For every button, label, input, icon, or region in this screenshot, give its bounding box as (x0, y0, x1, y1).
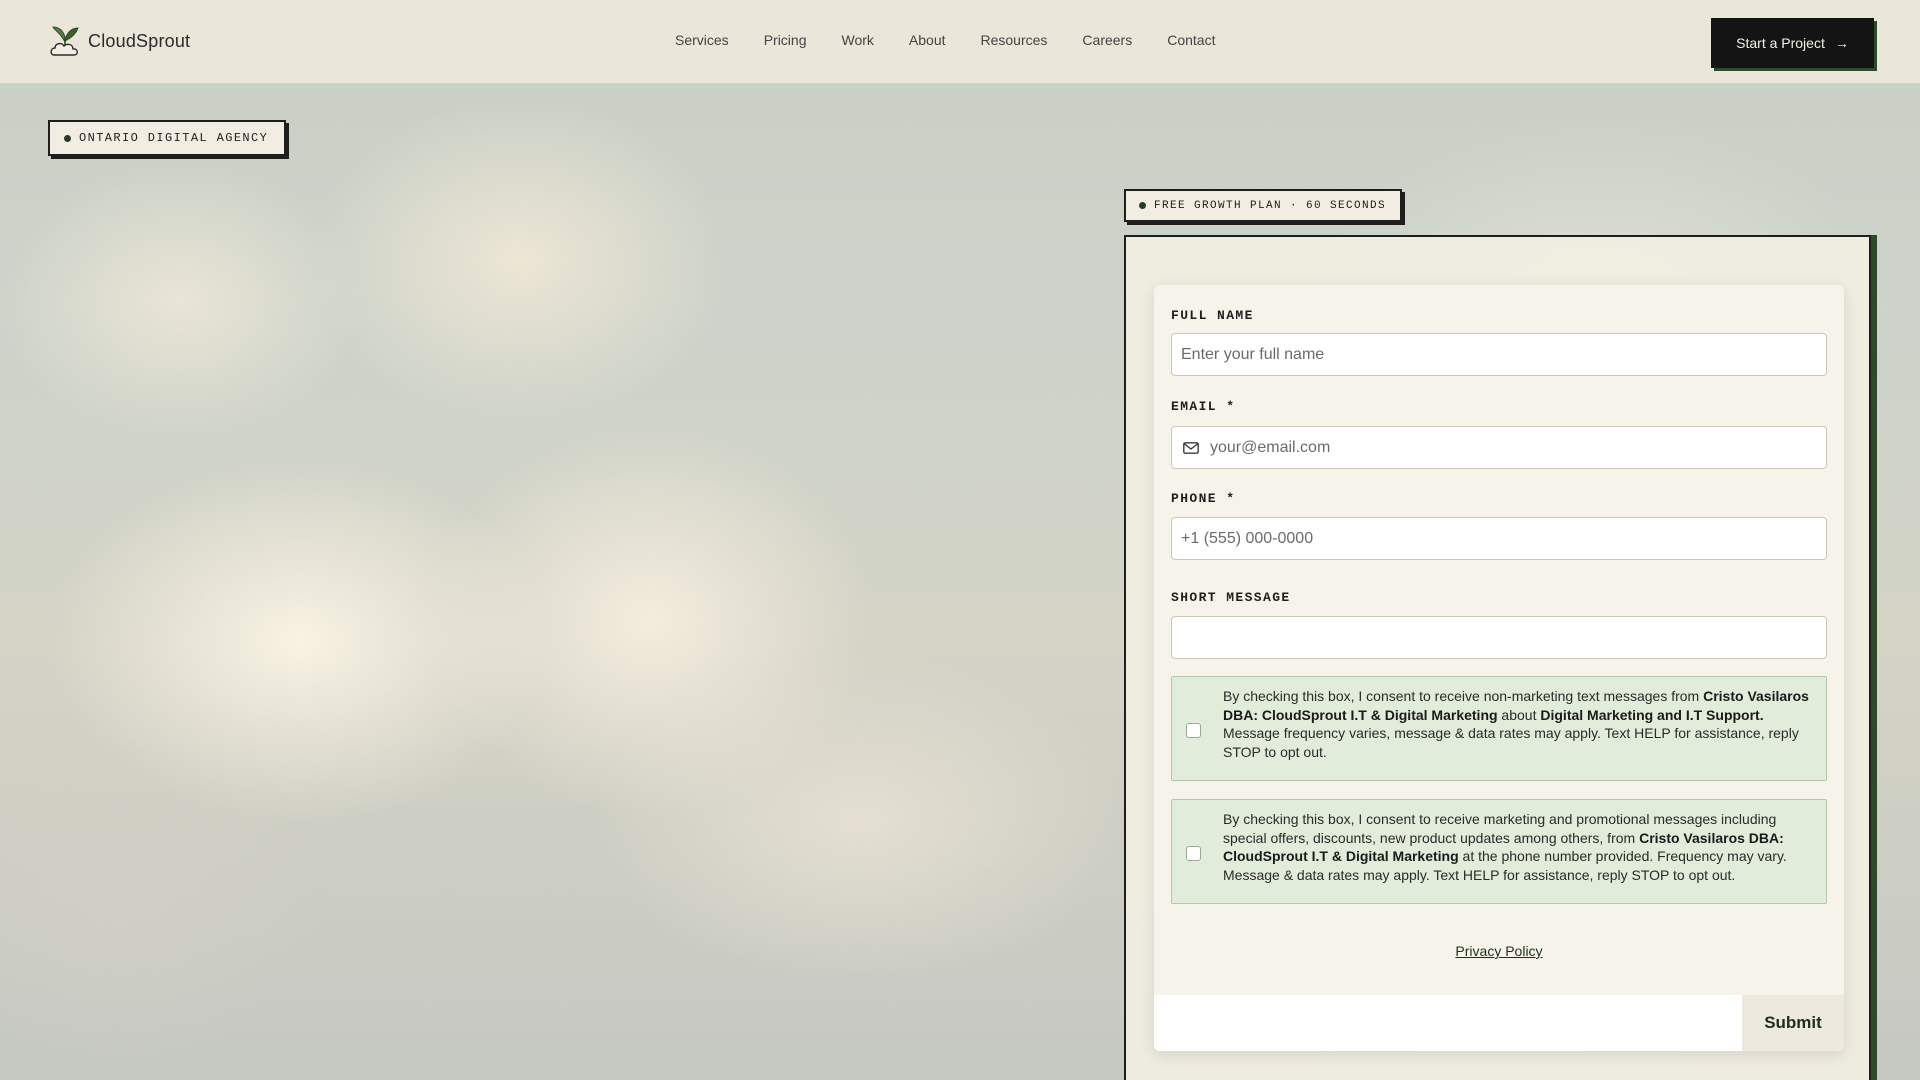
privacy-policy-link[interactable]: Privacy Policy (1154, 943, 1844, 959)
message-label: SHORT MESSAGE (1171, 590, 1291, 605)
consent-marketing-checkbox[interactable] (1186, 846, 1201, 861)
nav-link-pricing[interactable]: Pricing (764, 32, 807, 48)
full-name-placeholder: Enter your full name (1181, 345, 1325, 363)
consent-marketing-text: By checking this box, I consent to recei… (1223, 811, 1787, 883)
lead-form-panel: FULL NAME Enter your full name EMAIL * y… (1124, 235, 1871, 1080)
nav-link-work[interactable]: Work (841, 32, 873, 48)
phone-placeholder: +1 (555) 000-0000 (1181, 529, 1314, 547)
consent-non-marketing-text: By checking this box, I consent to recei… (1223, 688, 1809, 760)
message-input[interactable] (1171, 616, 1827, 659)
consent-non-marketing: By checking this box, I consent to recei… (1171, 676, 1827, 781)
nav-link-services[interactable]: Services (675, 32, 729, 48)
arrow-right-icon: → (1834, 35, 1849, 51)
mail-icon (1183, 441, 1199, 454)
badge-dot (1139, 202, 1146, 209)
sprout-logo-icon (50, 26, 79, 56)
growth-plan-badge-text: FREE GROWTH PLAN · 60 SECONDS (1154, 199, 1387, 212)
email-input[interactable]: your@email.com (1171, 426, 1827, 469)
consent-marketing: By checking this box, I consent to recei… (1171, 799, 1827, 904)
lead-form: FULL NAME Enter your full name EMAIL * y… (1154, 285, 1844, 1051)
full-name-label: FULL NAME (1171, 308, 1254, 323)
agency-badge-text: ONTARIO DIGITAL AGENCY (79, 131, 269, 145)
email-placeholder: your@email.com (1210, 438, 1331, 456)
brand-name: CloudSprout (88, 30, 191, 51)
consent-non-marketing-checkbox[interactable] (1186, 723, 1201, 738)
nav-link-resources[interactable]: Resources (981, 32, 1048, 48)
agency-badge: ONTARIO DIGITAL AGENCY (48, 120, 287, 156)
badge-dot (64, 134, 71, 142)
email-label: EMAIL * (1171, 399, 1236, 414)
top-nav: CloudSprout Services Pricing Work About … (0, 0, 1920, 84)
nav-link-contact[interactable]: Contact (1167, 32, 1215, 48)
nav-links: Services Pricing Work About Resources Ca… (675, 32, 1250, 48)
nav-link-careers[interactable]: Careers (1082, 32, 1132, 48)
brand[interactable]: CloudSprout (50, 24, 190, 58)
phone-label: PHONE * (1171, 491, 1236, 506)
submit-row: Submit (1154, 995, 1844, 1051)
start-project-label: Start a Project (1736, 35, 1825, 51)
phone-input[interactable]: +1 (555) 000-0000 (1171, 517, 1827, 560)
full-name-input[interactable]: Enter your full name (1171, 333, 1827, 376)
start-project-button[interactable]: Start a Project → (1711, 18, 1874, 68)
nav-link-about[interactable]: About (909, 32, 946, 48)
growth-plan-badge: FREE GROWTH PLAN · 60 SECONDS (1124, 189, 1403, 222)
submit-button[interactable]: Submit (1742, 995, 1844, 1051)
